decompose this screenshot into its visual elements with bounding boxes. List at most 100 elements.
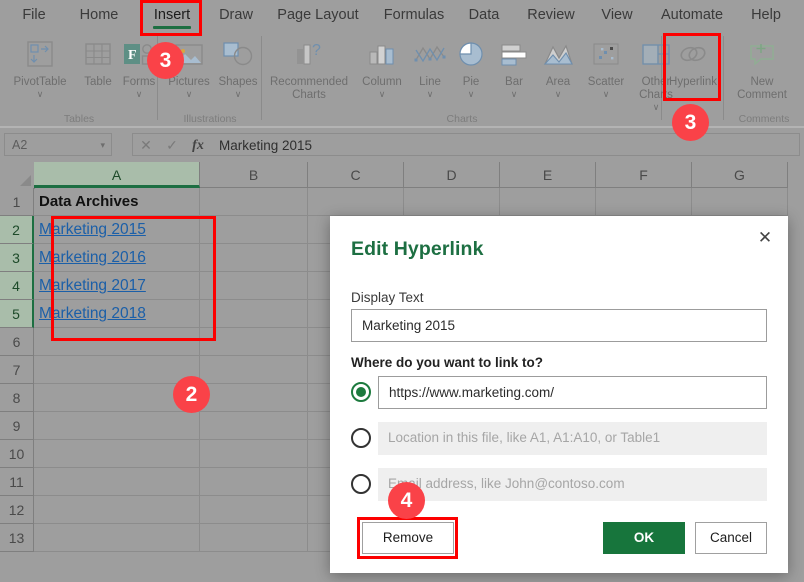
grid-cell[interactable] [200, 328, 308, 356]
ribbon-tab-home[interactable]: Home [70, 0, 128, 30]
email-address-input[interactable]: Email address, like John@contoso.com [378, 468, 767, 501]
row-header-1[interactable]: 1 [0, 188, 34, 216]
cancel-button[interactable]: Cancel [695, 522, 767, 554]
grid-cell[interactable] [200, 384, 308, 412]
ribbon-tab-draw[interactable]: Draw [211, 0, 261, 30]
row-header-3[interactable]: 3 [0, 244, 34, 272]
ok-button[interactable]: OK [603, 522, 685, 554]
hyperlink-cell[interactable]: Marketing 2018 [34, 300, 200, 328]
ribbon-tab-review[interactable]: Review [520, 0, 582, 30]
chevron-down-icon[interactable]: ▾ [100, 134, 105, 157]
ribbon-button-new-comment[interactable]: New Comment [727, 34, 797, 102]
grid-cell[interactable] [308, 188, 404, 216]
grid-cell[interactable] [200, 216, 308, 244]
name-box[interactable]: A2 ▾ [4, 133, 112, 156]
ribbon-button-pivottable[interactable]: PivotTable ∨ [6, 34, 74, 99]
grid-cell[interactable] [200, 244, 308, 272]
chevron-down-icon[interactable]: ∨ [356, 89, 408, 99]
column-header-D[interactable]: D [404, 162, 500, 188]
column-header-A[interactable]: A [34, 162, 200, 188]
grid-cell[interactable] [596, 188, 692, 216]
ribbon-tab-data[interactable]: Data [462, 0, 506, 30]
grid-cell[interactable] [34, 412, 200, 440]
row-header-6[interactable]: 6 [0, 328, 34, 356]
ribbon-button-column-chart[interactable]: Column ∨ [356, 34, 408, 99]
ribbon-button-shapes[interactable]: Shapes ∨ [212, 34, 264, 99]
grid-cell[interactable] [200, 412, 308, 440]
grid-cell[interactable] [200, 356, 308, 384]
ribbon-tab-view[interactable]: View [594, 0, 640, 30]
grid-cell[interactable] [500, 188, 596, 216]
chevron-down-icon[interactable]: ∨ [162, 89, 216, 99]
ribbon-tab-formulas[interactable]: Formulas [378, 0, 450, 30]
ribbon-tab-file[interactable]: File [12, 0, 56, 30]
column-header-E[interactable]: E [500, 162, 596, 188]
grid-cell[interactable] [200, 272, 308, 300]
grid-cell[interactable] [200, 188, 308, 216]
ribbon-button-line-chart[interactable]: Line ∨ [408, 34, 452, 99]
grid-cell[interactable] [404, 188, 500, 216]
chevron-down-icon[interactable]: ∨ [450, 89, 492, 99]
close-icon[interactable]: ✕ [752, 225, 778, 251]
ribbon-button-area-chart[interactable]: Area ∨ [536, 34, 580, 99]
column-header-G[interactable]: G [692, 162, 788, 188]
place-in-document-input[interactable]: Location in this file, like A1, A1:A10, … [378, 422, 767, 455]
chevron-down-icon[interactable]: ∨ [630, 102, 682, 112]
insert-function-icon[interactable]: fx [185, 134, 211, 157]
chevron-down-icon[interactable]: ∨ [580, 89, 632, 99]
row-header-2[interactable]: 2 [0, 216, 34, 244]
ribbon-button-recommended-charts[interactable]: ? Recommended Charts [262, 34, 356, 102]
display-text-input[interactable]: Marketing 2015 [351, 309, 767, 342]
row-header-4[interactable]: 4 [0, 272, 34, 300]
chevron-down-icon[interactable]: ∨ [6, 89, 74, 99]
column-header-F[interactable]: F [596, 162, 692, 188]
grid-cell[interactable] [34, 468, 200, 496]
grid-cell[interactable] [200, 300, 308, 328]
grid-cell[interactable] [34, 524, 200, 552]
ribbon-tab-help[interactable]: Help [744, 0, 788, 30]
radio-web-address[interactable] [351, 382, 371, 402]
grid-cell[interactable] [34, 356, 200, 384]
chevron-down-icon[interactable]: ∨ [492, 89, 536, 99]
ribbon-tab-insert[interactable]: Insert [145, 0, 199, 30]
row-header-10[interactable]: 10 [0, 440, 34, 468]
ribbon-tab-page-layout[interactable]: Page Layout [272, 0, 364, 30]
confirm-entry-icon[interactable]: ✓ [159, 134, 185, 157]
grid-cell[interactable] [200, 524, 308, 552]
grid-cell[interactable] [692, 188, 788, 216]
row-header-11[interactable]: 11 [0, 468, 34, 496]
ribbon-button-bar-chart[interactable]: Bar ∨ [492, 34, 536, 99]
remove-button[interactable]: Remove [362, 522, 454, 554]
select-all-corner[interactable] [0, 162, 35, 189]
radio-email-address[interactable] [351, 474, 371, 494]
grid-cell[interactable] [34, 328, 200, 356]
formula-input[interactable]: Marketing 2015 [210, 133, 800, 156]
ribbon-tab-automate[interactable]: Automate [652, 0, 732, 30]
grid-cell[interactable] [200, 496, 308, 524]
ribbon-button-hyperlink[interactable]: Hyperlink [665, 34, 721, 89]
cancel-entry-icon[interactable]: ✕ [133, 134, 159, 157]
hyperlink-cell[interactable]: Marketing 2016 [34, 244, 200, 272]
chevron-down-icon[interactable]: ∨ [116, 89, 162, 99]
chevron-down-icon[interactable]: ∨ [536, 89, 580, 99]
grid-cell[interactable] [34, 440, 200, 468]
ribbon-button-table[interactable]: Table [76, 34, 120, 89]
row-header-13[interactable]: 13 [0, 524, 34, 552]
row-header-8[interactable]: 8 [0, 384, 34, 412]
ribbon-button-pie-chart[interactable]: Pie ∨ [450, 34, 492, 99]
column-header-C[interactable]: C [308, 162, 404, 188]
chevron-down-icon[interactable]: ∨ [408, 89, 452, 99]
radio-place-in-document[interactable] [351, 428, 371, 448]
row-header-7[interactable]: 7 [0, 356, 34, 384]
grid-cell[interactable] [200, 468, 308, 496]
chevron-down-icon[interactable]: ∨ [212, 89, 264, 99]
row-header-5[interactable]: 5 [0, 300, 34, 328]
grid-cell-text[interactable]: Data Archives [34, 188, 200, 216]
grid-cell[interactable] [200, 440, 308, 468]
ribbon-button-scatter-chart[interactable]: Scatter ∨ [580, 34, 632, 99]
web-address-input[interactable]: https://www.marketing.com/ [378, 376, 767, 409]
row-header-12[interactable]: 12 [0, 496, 34, 524]
hyperlink-cell[interactable]: Marketing 2015 [34, 216, 200, 244]
row-header-9[interactable]: 9 [0, 412, 34, 440]
hyperlink-cell[interactable]: Marketing 2017 [34, 272, 200, 300]
